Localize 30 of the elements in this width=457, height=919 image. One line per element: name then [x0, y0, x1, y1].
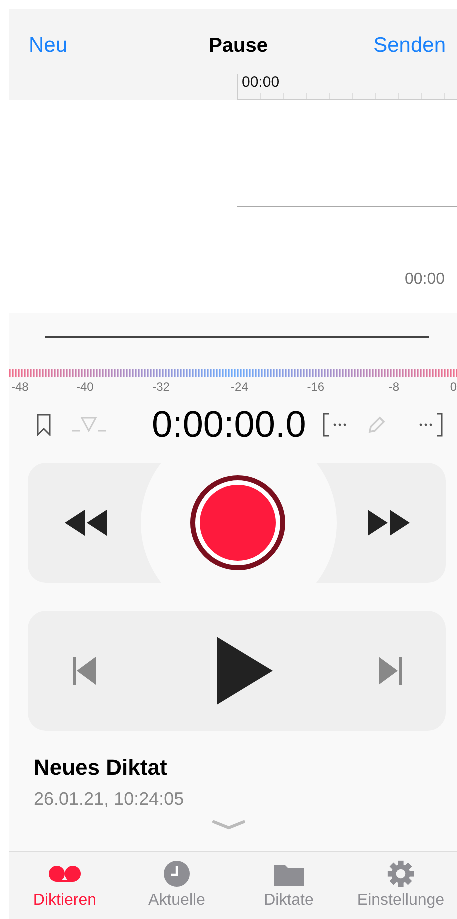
tab[interactable]: Einstellunge: [345, 852, 457, 919]
dictation-date: 26.01.21, 10:24:05: [34, 789, 186, 810]
fast-forward-icon[interactable]: [368, 510, 412, 536]
meter-scale-label: -8: [388, 380, 400, 394]
settings-icon: [386, 860, 416, 888]
clock-icon: [163, 860, 191, 888]
rewind-icon[interactable]: [63, 510, 107, 536]
record-button[interactable]: [190, 475, 286, 571]
insert-end-icon[interactable]: [417, 413, 443, 437]
dictation-title: Neues Diktat: [34, 755, 168, 781]
new-link[interactable]: Neu: [29, 34, 68, 58]
send-link[interactable]: Senden: [374, 34, 446, 58]
meter-scale-label: -40: [76, 380, 94, 394]
meter-scale-label: 0: [450, 380, 457, 394]
meter-scale-label: -16: [307, 380, 325, 394]
timeline-end-time: 00:00: [404, 271, 445, 289]
timeline-start-time: 00:00: [241, 74, 280, 91]
meter-scale-label: -32: [152, 380, 170, 394]
time-counter: 0:00:00.0: [152, 404, 306, 446]
bookmark-icon[interactable]: [36, 414, 52, 436]
screen-title: Pause: [209, 34, 268, 58]
tab[interactable]: Aktuelle: [121, 852, 233, 919]
meter-scale-label: -24: [231, 380, 248, 394]
tab[interactable]: Diktate: [233, 852, 345, 919]
insert-start-icon[interactable]: [323, 413, 349, 437]
skip-forward-icon[interactable]: [379, 657, 403, 685]
skip-back-icon[interactable]: [72, 657, 96, 685]
meter-scale-label: -48: [12, 380, 29, 394]
tab[interactable]: Diktieren: [9, 852, 121, 919]
play-icon[interactable]: [214, 637, 272, 705]
